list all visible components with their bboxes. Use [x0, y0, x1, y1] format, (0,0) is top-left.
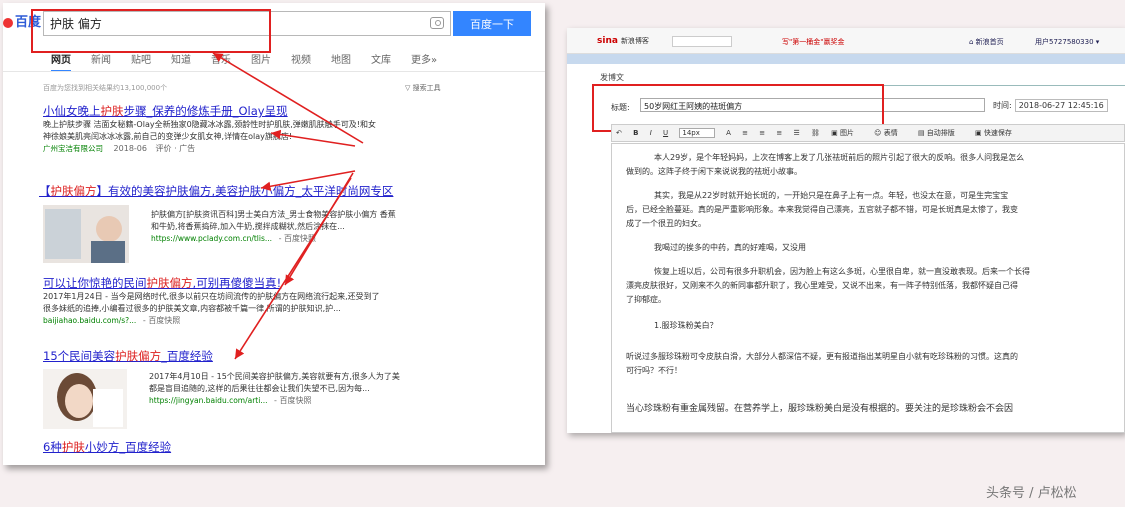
user-menu[interactable]: 用户5727580330 ▾	[1035, 37, 1099, 47]
paragraph: 可行吗？不行！	[626, 366, 682, 375]
watermark: 头条号 / 卢松松	[986, 486, 1077, 501]
annotation-arrows	[212, 52, 364, 360]
font-color-icon[interactable]: A	[726, 129, 731, 137]
paragraph: 恢复上班以后，公司有很多升职机会，因为脸上有这么多斑，心里很自卑，就一直没敢表现…	[654, 267, 1030, 276]
paragraph: 了抑郁症。	[626, 295, 666, 304]
emoji-button[interactable]: ☺ 表情	[874, 129, 907, 137]
editor-body[interactable]: 本人29岁，是个年轻妈妈，上次在博客上发了几张祛斑前后的照片引起了很大的反响。很…	[611, 143, 1125, 433]
paragraph: 漂亮皮肤很好，又刚来不久的新同事都升职了，我心里难受，又说不出来，有一阵子特别低…	[626, 281, 1018, 290]
quick-save-button[interactable]: ▣ 快速保存	[975, 129, 1021, 137]
arrow-line	[270, 129, 356, 147]
baidu-search-panel: 百度 百度一下 网页 新闻 贴吧 知道 音乐 图片 视频 地图 文库 更多» 百…	[3, 3, 545, 465]
image-button[interactable]: ▣ 图片	[831, 129, 863, 137]
paragraph: 当心珍珠粉有重金属残留。在营养学上，服珍珠粉美白是没有根据的。要关注的是珍珠粉会…	[626, 404, 1014, 414]
composite-screenshot: 百度 百度一下 网页 新闻 贴吧 知道 音乐 图片 视频 地图 文库 更多» 百…	[0, 0, 1125, 507]
sina-blog-panel: sina 新浪博客 写"第一桶金"赢奖金 ⌂ 新浪首页 用户5727580330 …	[567, 28, 1125, 433]
list-icon[interactable]: ☰	[793, 129, 799, 137]
link-icon[interactable]: ⛓	[811, 129, 820, 137]
font-size-select[interactable]: 14px	[679, 128, 715, 138]
sina-home-link[interactable]: ⌂ 新浪首页	[969, 37, 1004, 47]
italic-button[interactable]: I	[650, 129, 652, 137]
paragraph: 做到的。这阵子终于闲下来说说我的祛斑小故事。	[626, 167, 802, 176]
time-input[interactable]: 2018-06-27 12:45:16	[1014, 99, 1108, 112]
blue-bar	[567, 54, 1125, 64]
compose-label: 发博文	[600, 73, 624, 82]
sina-search-input[interactable]	[672, 36, 732, 47]
paragraph: 本人29岁，是个年轻妈妈，上次在博客上发了几张祛斑前后的照片引起了很大的反响。很…	[654, 153, 1025, 162]
editor-toolbar: ↶ B I U 14px A ≡ ≡ ≡ ☰ ⛓ ▣ 图片 ☺ 表情 ▤ 自动排…	[611, 124, 1125, 142]
auto-layout-button[interactable]: ▤ 自动排版	[918, 129, 964, 137]
sina-logo[interactable]: sina 新浪博客	[597, 36, 649, 46]
align-center-icon[interactable]: ≡	[759, 129, 765, 137]
paragraph-heading: 1.服珍珠粉美白？	[654, 321, 718, 330]
arrow-line	[234, 177, 352, 360]
paragraph: 后，已经全脸蔓延。真的是严重影响形象。本来我觉得自己漂亮，五官就子都不错，可是长…	[626, 205, 1018, 214]
sina-header: sina 新浪博客 写"第一桶金"赢奖金 ⌂ 新浪首页 用户5727580330 …	[567, 28, 1125, 54]
underline-button[interactable]: U	[663, 129, 668, 137]
undo-icon[interactable]: ↶	[616, 129, 622, 137]
paragraph: 成了一个很丑的妇女。	[626, 219, 706, 228]
paragraph: 听说过多服珍珠粉可令皮肤白滑，大部分人都深信不疑，更有报道指出某明星自小就有吃珍…	[626, 352, 1018, 361]
align-right-icon[interactable]: ≡	[776, 129, 782, 137]
paragraph: 我喝过的挨多的中药，真的好难喝，又没用	[654, 243, 806, 252]
paragraph: 其实，我是从22岁时就开始长斑的，一开始只是在鼻子上有一点。年轻，也没太在意，可…	[654, 191, 1009, 200]
bold-button[interactable]: B	[633, 129, 638, 137]
align-left-icon[interactable]: ≡	[742, 129, 748, 137]
time-field: 时间: 2018-06-27 12:45:16	[993, 99, 1108, 112]
arrow-line	[212, 52, 364, 144]
activity-link[interactable]: 写"第一桶金"赢奖金	[782, 37, 844, 47]
arrow-line	[260, 170, 356, 192]
